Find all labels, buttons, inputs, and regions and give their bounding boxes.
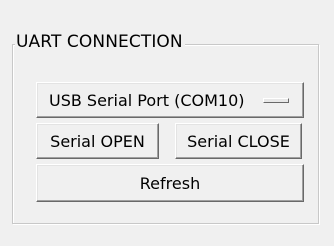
option-menu-indicator-icon xyxy=(263,98,289,103)
serial-open-label: Serial OPEN xyxy=(50,131,145,151)
groupbox-title: UART CONNECTION xyxy=(15,30,185,54)
serial-port-option-menu[interactable]: USB Serial Port (COM10) xyxy=(36,82,304,118)
serial-port-label: USB Serial Port (COM10) xyxy=(49,90,245,110)
serial-close-label: Serial CLOSE xyxy=(187,131,290,151)
uart-panel: UART CONNECTION USB Serial Port (COM10) … xyxy=(0,0,334,246)
serial-close-button[interactable]: Serial CLOSE xyxy=(175,123,302,159)
serial-open-button[interactable]: Serial OPEN xyxy=(36,123,159,159)
refresh-label: Refresh xyxy=(139,173,201,193)
refresh-button[interactable]: Refresh xyxy=(36,164,304,202)
